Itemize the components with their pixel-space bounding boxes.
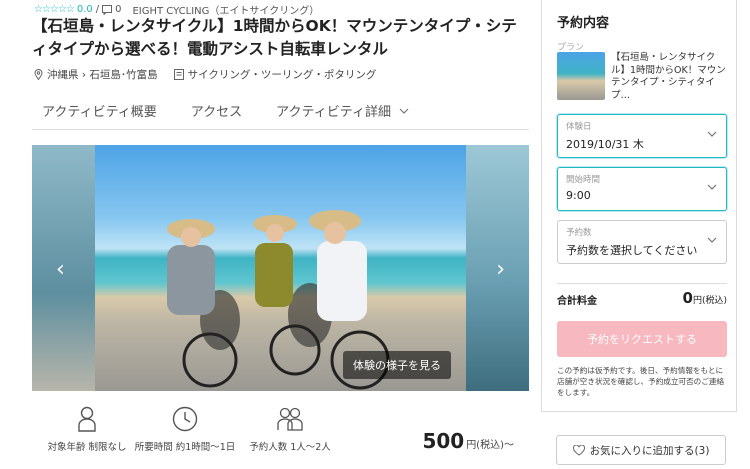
- rating-stars: ☆☆☆☆☆: [34, 4, 75, 15]
- tab-overview[interactable]: アクティビティ概要: [42, 101, 157, 120]
- total-value: 0: [682, 289, 693, 307]
- date-value: 2019/10/31 木: [566, 138, 644, 151]
- tab-details[interactable]: アクティビティ詳細: [276, 101, 409, 120]
- chevron-down-icon: [707, 235, 717, 246]
- page-title: 【石垣島・レンタサイクル】1時間からOK！マウンテンタイプ・シティタイプから選べ…: [32, 17, 517, 58]
- category-link[interactable]: サイクリング・ツーリング・ポタリング: [188, 67, 377, 82]
- prev-arrow-icon[interactable]: ‹: [56, 257, 65, 282]
- chevron-down-icon: [399, 108, 409, 114]
- people-label: 予約数: [566, 228, 592, 238]
- category-icon: [173, 69, 184, 80]
- total-row: 合計料金 0円(税込): [557, 283, 727, 307]
- plan-text: 【石垣島・レンタサイクル】1時間からOK！マウンテンタイプ・シティタイプ…: [611, 52, 726, 101]
- request-booking-button[interactable]: 予約をリクエストする: [557, 321, 727, 357]
- people-icon: [230, 404, 350, 434]
- people-value: 予約数を選択してください: [566, 244, 698, 257]
- chevron-down-icon: [707, 129, 717, 140]
- pin-icon: [34, 69, 43, 80]
- people-select[interactable]: 予約数 予約数を選択してください: [557, 220, 727, 264]
- main-content: ☆☆☆☆☆ 0.0 / 0 EIGHT CYCLING（エイトサイクリング） 【…: [0, 0, 545, 469]
- price: 500 円(税込)〜: [422, 429, 514, 453]
- fact-duration-label: 所要時間 約1時間〜1日: [134, 442, 236, 453]
- time-value: 9:00: [566, 189, 591, 202]
- time-select[interactable]: 開始時間 9:00: [557, 167, 727, 211]
- total-unit: 円(税込): [692, 296, 727, 306]
- price-unit: 円(税込)〜: [466, 440, 514, 451]
- total-label: 合計料金: [557, 296, 597, 307]
- tab-label: アクティビティ概要: [42, 105, 157, 120]
- review-count[interactable]: 0: [115, 4, 121, 15]
- location-link[interactable]: 沖縄県 › 石垣島･竹富島: [47, 67, 158, 82]
- plan-summary: 【石垣島・レンタサイクル】1時間からOK！マウンテンタイプ・シティタイプ…: [557, 52, 727, 102]
- clock-icon: [125, 404, 245, 434]
- price-value: 500: [422, 429, 465, 453]
- date-label: 体験日: [566, 122, 592, 132]
- add-favorite-button[interactable]: お気に入りに追加する(3): [556, 435, 726, 465]
- fact-people: 予約人数 1人〜2人: [230, 404, 350, 453]
- rating-divider: /: [95, 4, 100, 15]
- next-arrow-icon[interactable]: ›: [496, 257, 505, 282]
- favorite-label: お気に入りに追加する(3): [589, 444, 710, 457]
- plan-thumbnail: [557, 52, 605, 100]
- date-select[interactable]: 体験日 2019/10/31 木: [557, 114, 727, 158]
- activity-facts: 対象年齢 制限なし 所要時間 約1時間〜1日 予約人数 1人〜2人 500 円(税…: [32, 404, 529, 464]
- tab-label: アクセス: [190, 105, 243, 120]
- fact-duration: 所要時間 約1時間〜1日: [125, 404, 245, 453]
- chevron-down-icon: [707, 182, 717, 193]
- fact-people-label: 予約人数 1人〜2人: [249, 442, 331, 453]
- comment-icon: [102, 4, 113, 15]
- tab-label: アクティビティ詳細: [276, 105, 391, 120]
- photo-gallery[interactable]: ‹ › 体験の様子を見る: [32, 145, 529, 391]
- tab-bar: アクティビティ概要 アクセス アクティビティ詳細: [32, 92, 529, 130]
- booking-title: 予約内容: [557, 16, 610, 31]
- rating-score: 0.0: [76, 4, 93, 15]
- view-experience-button[interactable]: 体験の様子を見る: [343, 351, 451, 379]
- total-price: 0円(税込): [683, 289, 727, 307]
- heart-icon: [572, 444, 585, 456]
- booking-note: この予約は仮予約です。後日、予約情報をもとに店舗が空き状況を確認し、予約成立可否…: [557, 366, 725, 397]
- location-row: 沖縄県 › 石垣島･竹富島 サイクリング・ツーリング・ポタリング: [34, 67, 376, 82]
- booking-panel: 予約内容 プラン 【石垣島・レンタサイクル】1時間からOK！マウンテンタイプ・シ…: [541, 0, 737, 412]
- tab-access[interactable]: アクセス: [191, 101, 242, 120]
- time-label: 開始時間: [566, 175, 601, 185]
